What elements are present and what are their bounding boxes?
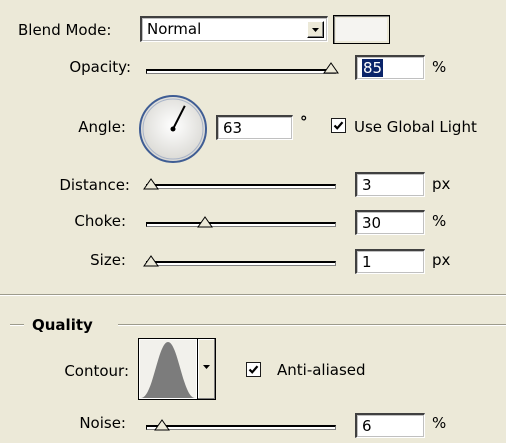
dropdown-arrow-button[interactable] xyxy=(307,21,324,38)
contour-picker[interactable] xyxy=(138,338,218,400)
choke-input[interactable]: 30 xyxy=(355,210,425,235)
size-unit: px xyxy=(432,251,451,269)
choke-slider-track[interactable] xyxy=(146,222,336,227)
choke-slider-thumb[interactable] xyxy=(197,216,213,228)
choke-value: 30 xyxy=(362,214,382,232)
distance-input[interactable]: 3 xyxy=(355,172,425,197)
noise-unit: % xyxy=(432,414,447,432)
distance-slider-track[interactable] xyxy=(146,184,336,189)
anti-aliased-checkbox[interactable] xyxy=(246,362,261,377)
use-global-light-label: Use Global Light xyxy=(354,118,477,136)
distance-unit: px xyxy=(432,175,451,193)
use-global-light-checkbox[interactable] xyxy=(331,118,346,133)
blend-mode-value: Normal xyxy=(147,20,202,38)
distance-slider-thumb[interactable] xyxy=(143,178,159,190)
noise-slider-thumb[interactable] xyxy=(153,419,170,431)
color-swatch[interactable] xyxy=(333,15,390,44)
opacity-label: Opacity: xyxy=(69,58,131,76)
quality-line-left xyxy=(10,324,24,326)
chevron-down-icon xyxy=(203,365,210,369)
contour-preview[interactable] xyxy=(138,338,198,400)
noise-slider-track[interactable] xyxy=(146,425,336,430)
contour-label: Contour: xyxy=(64,362,129,380)
noise-label: Noise: xyxy=(79,414,126,432)
chevron-down-icon xyxy=(312,28,319,32)
size-label: Size: xyxy=(90,251,126,269)
opacity-slider-track[interactable] xyxy=(146,69,336,74)
noise-input[interactable]: 6 xyxy=(355,413,425,438)
checkmark-icon xyxy=(248,365,259,374)
opacity-slider-thumb[interactable] xyxy=(323,62,339,74)
section-divider-top xyxy=(0,294,506,296)
noise-value: 6 xyxy=(362,417,372,435)
distance-value: 3 xyxy=(362,176,372,194)
quality-heading: Quality xyxy=(32,316,93,334)
quality-line-right xyxy=(118,324,506,326)
size-slider-track[interactable] xyxy=(146,261,336,266)
choke-unit: % xyxy=(432,212,447,230)
blend-mode-label: Blend Mode: xyxy=(18,21,112,39)
checkmark-icon xyxy=(333,121,344,130)
anti-aliased-label: Anti-aliased xyxy=(277,361,366,379)
angle-input[interactable]: 63 xyxy=(216,115,293,140)
size-value: 1 xyxy=(362,253,372,271)
size-slider-thumb[interactable] xyxy=(143,255,159,267)
opacity-value: 85 xyxy=(362,59,384,77)
contour-dropdown-button[interactable] xyxy=(198,338,216,400)
angle-label: Angle: xyxy=(78,118,126,136)
opacity-unit: % xyxy=(432,58,447,76)
size-input[interactable]: 1 xyxy=(355,249,425,274)
distance-label: Distance: xyxy=(59,176,130,194)
angle-value: 63 xyxy=(223,119,243,137)
angle-unit: ° xyxy=(300,113,308,131)
blend-mode-select[interactable]: Normal xyxy=(140,16,328,42)
swatch-fill xyxy=(336,18,387,41)
choke-label: Choke: xyxy=(74,212,126,230)
angle-dial[interactable] xyxy=(138,94,208,164)
opacity-input[interactable]: 85 xyxy=(355,55,425,80)
